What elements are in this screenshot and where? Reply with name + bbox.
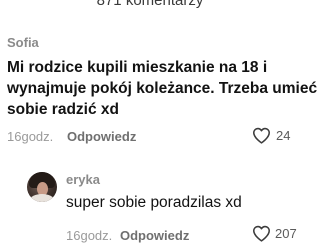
like-count: 24 — [276, 128, 291, 143]
comment-time-label: 16godz. — [66, 228, 113, 243]
heart-outline-icon — [252, 127, 270, 144]
reply-label: Odpowiedz — [67, 129, 137, 144]
avatar[interactable] — [27, 172, 57, 202]
comments-header: 871 komentarzy — [0, 0, 300, 14]
comment-text-line: sobie radzić xd — [7, 101, 119, 118]
like-button[interactable]: 24 — [252, 127, 290, 144]
reply-button[interactable]: Odpowiedz — [120, 228, 189, 243]
comment-text-line: Mi rodzice kupili mieszkanie na 18 i — [7, 59, 268, 76]
comment-text-line: wynajmuje pokój koleżance. Trzeba umieć — [7, 80, 318, 97]
comment-time: 16godz. — [7, 129, 53, 144]
heart-outline-icon — [252, 225, 270, 242]
like-count: 207 — [275, 226, 297, 241]
reply-label: Odpowiedz — [120, 228, 190, 243]
comment-time-label: 16godz. — [7, 129, 54, 144]
like-button[interactable]: 207 — [252, 225, 297, 242]
comment-time: 16godz. — [66, 228, 112, 243]
reply-button[interactable]: Odpowiedz — [67, 129, 136, 144]
comment-author[interactable]: Sofia — [7, 35, 39, 50]
comment-text: Mi rodzice kupili mieszkanie na 18 i wyn… — [7, 57, 320, 120]
comment-text: super sobie poradzilas xd — [66, 194, 242, 211]
comment-author[interactable]: eryka — [66, 172, 100, 187]
comments-count: 871 komentarzy — [96, 0, 204, 9]
